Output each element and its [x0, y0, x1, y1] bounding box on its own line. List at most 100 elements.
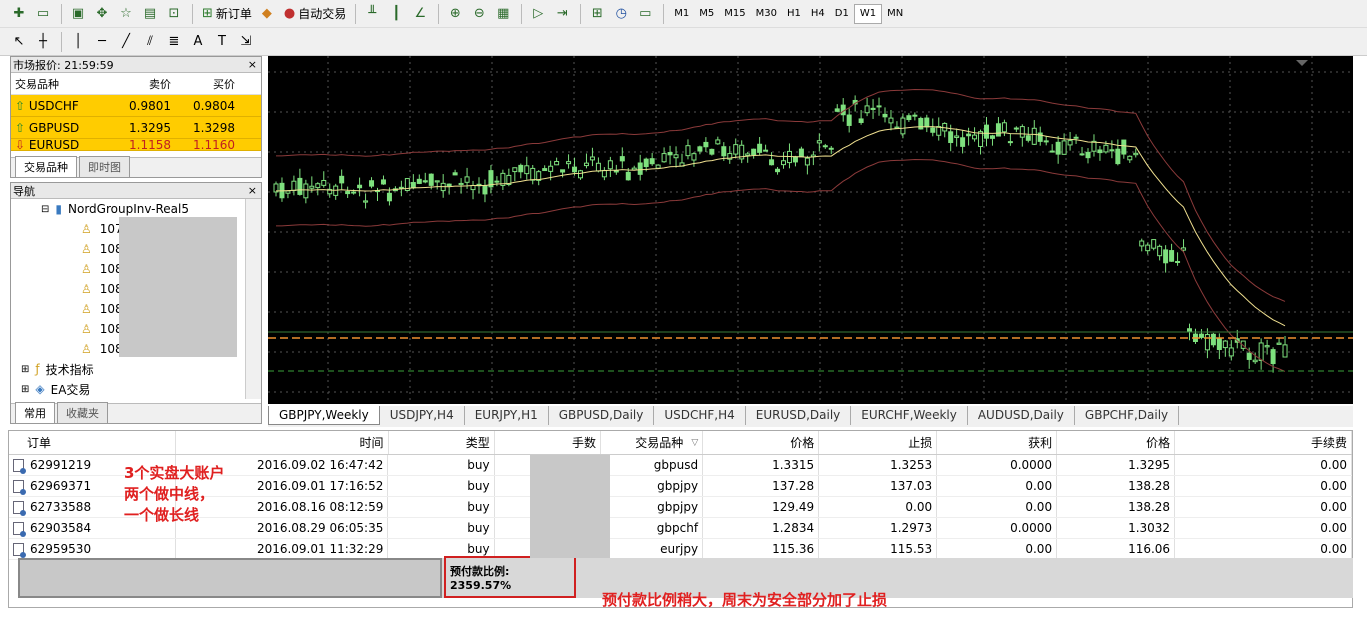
chart-tab[interactable]: EURJPY,H1 — [465, 406, 549, 425]
col-type[interactable]: 类型 — [389, 431, 495, 454]
profiles-icon[interactable]: ▭ — [32, 3, 54, 25]
col-lots[interactable]: 手数 — [495, 431, 601, 454]
timeframe-mn[interactable]: MN — [882, 4, 908, 24]
chart-shift-icon[interactable]: ⇥ — [551, 3, 573, 25]
price-cell: 1.3315 — [703, 455, 820, 475]
col-bid[interactable]: 卖价 — [111, 76, 175, 92]
tab-symbols[interactable]: 交易品种 — [15, 156, 77, 177]
chart-tab[interactable]: GBPJPY,Weekly — [268, 406, 380, 425]
candle-body — [619, 156, 625, 162]
candle-body — [930, 127, 936, 133]
candle-body — [882, 113, 888, 118]
navigator-icon[interactable]: ☆ — [115, 3, 137, 25]
fibonacci-icon[interactable]: ≣ — [163, 31, 185, 53]
price-chart[interactable] — [268, 56, 1353, 404]
cursor-icon[interactable]: ↖ — [8, 31, 30, 53]
tile-windows-icon[interactable]: ▦ — [492, 3, 514, 25]
trend-line-icon[interactable]: ╱ — [115, 31, 137, 53]
chart-tab[interactable]: USDJPY,H4 — [380, 406, 465, 425]
expand-icon[interactable]: ⊞ — [21, 384, 29, 395]
tab-common[interactable]: 常用 — [15, 402, 55, 423]
nav-indicators[interactable]: ⊞ ƒ 技术指标 — [11, 359, 261, 379]
market-watch-icon[interactable]: ▣ — [67, 3, 89, 25]
col-sl[interactable]: 止损 — [819, 431, 938, 454]
timeframe-h1[interactable]: H1 — [782, 4, 806, 24]
crosshair-icon[interactable]: ┼ — [32, 31, 54, 53]
timeframe-m15[interactable]: M15 — [719, 4, 750, 24]
templates-icon[interactable]: ▭ — [634, 3, 656, 25]
col-ask[interactable]: 买价 — [175, 76, 239, 92]
navigator-scrollbar[interactable] — [245, 199, 261, 399]
nav-experts[interactable]: ⊞ ◈ EA交易 — [11, 379, 261, 399]
candle-body — [1145, 244, 1151, 252]
col-symbol[interactable]: 交易品种 ▽ — [601, 431, 704, 454]
col-symbol[interactable]: 交易品种 — [11, 76, 111, 92]
candle-body — [769, 159, 775, 166]
timeframe-d1[interactable]: D1 — [830, 4, 854, 24]
symbol-cell: gbpjpy — [601, 476, 704, 496]
metaeditor-icon[interactable]: ◆ — [256, 3, 278, 25]
close-icon[interactable]: × — [248, 58, 261, 71]
expert-icon: ◈ — [35, 382, 45, 396]
chart-tab[interactable]: GBPUSD,Daily — [549, 406, 655, 425]
account-icon: ♙ — [81, 342, 92, 356]
timeframe-m30[interactable]: M30 — [751, 4, 782, 24]
tab-tick-chart[interactable]: 即时图 — [79, 156, 130, 177]
zoom-in-icon[interactable]: ⊕ — [444, 3, 466, 25]
periods-icon[interactable]: ◷ — [610, 3, 632, 25]
indicators-icon[interactable]: ⊞ — [586, 3, 608, 25]
symbol-cell: eurjpy — [601, 539, 704, 559]
timeframe-w1[interactable]: W1 — [853, 3, 883, 24]
chart-tab[interactable]: EURUSD,Daily — [746, 406, 852, 425]
market-row-gbpusd[interactable]: ⇧ GBPUSD 1.3295 1.3298 — [11, 117, 261, 139]
commission-cell: 0.00 — [1175, 455, 1352, 475]
chart-tab[interactable]: GBPCHF,Daily — [1075, 406, 1180, 425]
strategy-tester-icon[interactable]: ⊡ — [163, 3, 185, 25]
col-tp[interactable]: 获利 — [937, 431, 1058, 454]
vertical-line-icon[interactable]: │ — [67, 31, 89, 53]
table-row[interactable]: 62959530 2016.09.01 11:32:29 buy eurjpy 115.… — [9, 539, 1352, 560]
zoom-out-icon[interactable]: ⊖ — [468, 3, 490, 25]
close-icon[interactable]: × — [248, 184, 261, 197]
arrows-icon[interactable]: ⇲ — [235, 31, 257, 53]
col-price[interactable]: 价格 — [703, 431, 820, 454]
candle-body — [1151, 239, 1157, 249]
type-cell: buy — [388, 455, 495, 475]
channel-icon[interactable]: ⫽ — [139, 31, 161, 53]
col-time[interactable]: 时间 — [176, 431, 389, 454]
market-row-eurusd[interactable]: ⇩ EURUSD 1.1158 1.1160 — [11, 139, 261, 151]
nav-server-node[interactable]: ⊟ ▮ NordGroupInv-Real5 — [11, 199, 261, 219]
bar-chart-icon[interactable]: ╨ — [361, 3, 383, 25]
new-order-button[interactable]: ⊞ 新订单 — [198, 3, 256, 25]
candle-body — [1252, 359, 1258, 363]
col-current-price[interactable]: 价格 — [1057, 431, 1176, 454]
tab-favorites[interactable]: 收藏夹 — [57, 402, 108, 423]
terminal-icon[interactable]: ▤ — [139, 3, 161, 25]
line-chart-icon[interactable]: ∠ — [409, 3, 431, 25]
collapse-icon[interactable]: ⊟ — [41, 204, 49, 215]
col-order[interactable]: 订单 — [9, 431, 177, 454]
col-commission[interactable]: 手续费 — [1175, 431, 1353, 454]
candle-body — [912, 114, 918, 117]
timeframe-h4[interactable]: H4 — [806, 4, 830, 24]
text-label-icon[interactable]: T — [211, 31, 233, 53]
candlestick-icon[interactable]: ┃ — [385, 3, 407, 25]
text-icon[interactable]: A — [187, 31, 209, 53]
auto-scroll-icon[interactable]: ▷ — [527, 3, 549, 25]
candle-body — [900, 117, 906, 135]
expand-icon[interactable]: ⊞ — [21, 364, 29, 375]
commission-cell: 0.00 — [1175, 476, 1352, 496]
candle-body — [781, 160, 786, 166]
chart-tab[interactable]: USDCHF,H4 — [654, 406, 746, 425]
horizontal-line-icon[interactable]: ─ — [91, 31, 113, 53]
timeframe-m1[interactable]: M1 — [669, 4, 694, 24]
market-row-usdchf[interactable]: ⇧ USDCHF 0.9801 0.9804 — [11, 95, 261, 117]
data-window-icon[interactable]: ✥ — [91, 3, 113, 25]
candle-body — [685, 145, 691, 157]
auto-trading-button[interactable]: ● 自动交易 — [280, 3, 350, 25]
chart-tab[interactable]: EURCHF,Weekly — [851, 406, 968, 425]
new-chart-icon[interactable]: ✚ — [8, 3, 30, 25]
chart-tab[interactable]: AUDUSD,Daily — [968, 406, 1075, 425]
candle-body — [1031, 127, 1037, 145]
timeframe-m5[interactable]: M5 — [694, 4, 719, 24]
